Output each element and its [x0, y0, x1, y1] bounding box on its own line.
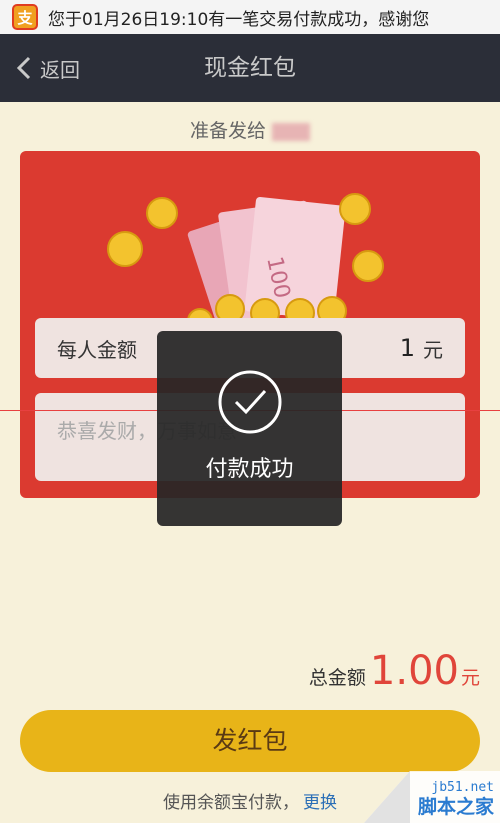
- notification-text[interactable]: 您于01月26日19:10有一笔交易付款成功，感谢您: [48, 5, 429, 30]
- total-value: 1.00: [369, 648, 459, 694]
- money-illustration: 100: [107, 193, 384, 331]
- recipient-name-redacted: [272, 122, 310, 141]
- check-circle-icon: [218, 370, 281, 434]
- total-unit: 元: [460, 667, 480, 689]
- amount-unit: 元: [423, 337, 443, 362]
- total-label: 总金额: [308, 667, 366, 689]
- status-bar: 支 您于01月26日19:10有一笔交易付款成功，感谢您: [0, 0, 500, 34]
- page-title: 现金红包: [204, 55, 296, 81]
- send-red-envelope-button[interactable]: 发红包: [20, 710, 480, 772]
- recipient-line: 准备发给: [0, 116, 500, 143]
- toast-text: 付款成功: [205, 457, 294, 482]
- watermark-logo: 脚本之家: [417, 796, 494, 818]
- nav-bar: 返回 现金红包: [0, 34, 500, 102]
- alipay-app-icon: 支: [12, 4, 38, 30]
- change-payment-link[interactable]: 更换: [303, 793, 337, 813]
- amount-label: 每人金额: [57, 337, 137, 362]
- payment-success-toast: 付款成功: [157, 331, 342, 526]
- recipient-label: 准备发给: [189, 120, 266, 142]
- total-amount: 总金额 1.00 元: [309, 648, 480, 694]
- payment-method-text: 使用余额宝付款，: [163, 793, 299, 813]
- watermark: jb51.net 脚本之家: [364, 771, 500, 823]
- amount-input[interactable]: 1: [400, 334, 415, 362]
